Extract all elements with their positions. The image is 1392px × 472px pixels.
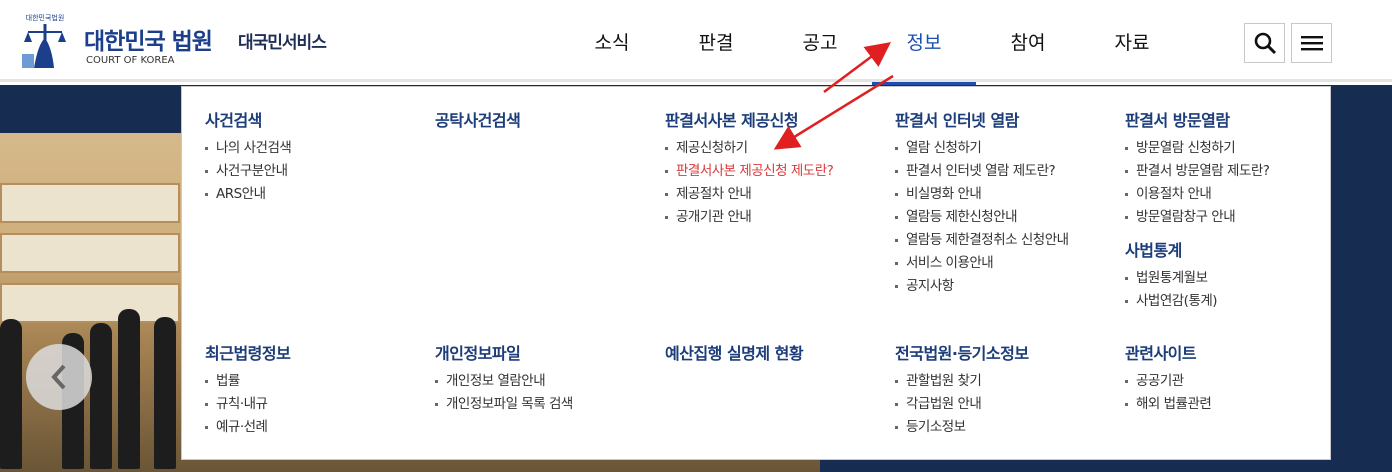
site-name[interactable]: 대국민서비스	[238, 28, 327, 53]
court-logo-icon[interactable]: 대한민국법원	[14, 8, 76, 70]
nav-item-participation[interactable]: 참여	[976, 0, 1080, 82]
menu-link[interactable]: 해외 법률관련	[1125, 393, 1350, 416]
menu-col-related-sites: 관련사이트 공공기관 해외 법률관련	[1125, 340, 1350, 416]
menu-link[interactable]: 개인정보 열람안내	[435, 370, 660, 393]
menu-link[interactable]: 규칙·내규	[205, 393, 430, 416]
logo-title[interactable]: 대한민국 법원	[84, 22, 213, 56]
menu-link[interactable]: 제공절차 안내	[665, 183, 890, 206]
menu-link[interactable]: 법률	[205, 370, 430, 393]
site-header: 대한민국법원 대한민국 법원 COURT OF KOREA 대국민서비스 소식 …	[0, 0, 1392, 85]
menu-link[interactable]: 예규·선례	[205, 416, 430, 439]
menu-link[interactable]: 나의 사건검색	[205, 137, 430, 160]
menu-link[interactable]: 이용절차 안내	[1125, 183, 1350, 206]
menu-link[interactable]: 열람등 제한결정취소 신청안내	[895, 229, 1120, 252]
menu-link[interactable]: 공개기관 안내	[665, 206, 890, 229]
menu-link-highlighted[interactable]: 판결서사본 제공신청 제도란?	[665, 160, 890, 183]
menu-link[interactable]: 각급법원 안내	[895, 393, 1120, 416]
menu-link[interactable]: 개인정보파일 목록 검색	[435, 393, 660, 416]
slide-prev-button[interactable]	[26, 344, 92, 410]
menu-link[interactable]: 방문열람 신청하기	[1125, 137, 1350, 160]
menu-heading[interactable]: 예산집행 실명제 현황	[665, 340, 890, 364]
menu-heading[interactable]: 사법통계	[1125, 237, 1350, 261]
photo-person	[154, 317, 176, 469]
menu-heading[interactable]: 관련사이트	[1125, 340, 1350, 364]
menu-col-judgment-internet: 판결서 인터넷 열람 열람 신청하기 판결서 인터넷 열람 제도란? 비실명화 …	[895, 107, 1120, 298]
nav-item-info[interactable]: 정보	[872, 0, 976, 85]
menu-link[interactable]: 공공기관	[1125, 370, 1350, 393]
photo-person	[118, 309, 140, 469]
menu-col-judgment-copy: 판결서사본 제공신청 제공신청하기 판결서사본 제공신청 제도란? 제공절차 안…	[665, 107, 890, 229]
menu-heading[interactable]: 판결서 방문열람	[1125, 107, 1350, 131]
chevron-left-icon	[51, 364, 66, 390]
menu-link[interactable]: 관할법원 찾기	[895, 370, 1120, 393]
menu-heading[interactable]: 판결서 인터넷 열람	[895, 107, 1120, 131]
photo-wall-panel	[0, 283, 180, 323]
photo-person	[0, 319, 22, 469]
menu-col-budget: 예산집행 실명제 현황	[665, 340, 890, 370]
menu-col-case-search: 사건검색 나의 사건검색 사건구분안내 ARS안내	[205, 107, 430, 206]
all-menu-button[interactable]	[1291, 23, 1332, 63]
logo-subtitle: COURT OF KOREA	[86, 55, 175, 66]
hamburger-menu-icon	[1300, 36, 1323, 51]
menu-link[interactable]: 열람등 제한신청안내	[895, 206, 1120, 229]
search-button[interactable]	[1244, 23, 1285, 63]
nav-item-judgment[interactable]: 판결	[664, 0, 768, 82]
menu-link[interactable]: 등기소정보	[895, 416, 1120, 439]
menu-heading[interactable]: 개인정보파일	[435, 340, 660, 364]
menu-link[interactable]: 서비스 이용안내	[895, 252, 1120, 275]
menu-heading[interactable]: 공탁사건검색	[435, 107, 660, 131]
menu-col-court-registry: 전국법원·등기소정보 관할법원 찾기 각급법원 안내 등기소정보	[895, 340, 1120, 439]
menu-link[interactable]: 방문열람창구 안내	[1125, 206, 1350, 229]
photo-wall-panel	[0, 233, 180, 273]
menu-col-deposit-search: 공탁사건검색	[435, 107, 660, 137]
menu-link[interactable]: 사건구분안내	[205, 160, 430, 183]
menu-link[interactable]: ARS안내	[205, 183, 430, 206]
photo-person	[90, 323, 112, 469]
menu-heading[interactable]: 사건검색	[205, 107, 430, 131]
main-nav: 소식 판결 공고 정보 참여 자료	[560, 0, 1184, 85]
menu-link[interactable]: 판결서 인터넷 열람 제도란?	[895, 160, 1120, 183]
photo-wall-panel	[0, 183, 180, 223]
nav-item-resources[interactable]: 자료	[1080, 0, 1184, 82]
menu-link[interactable]: 법원통계월보	[1125, 267, 1350, 290]
menu-heading[interactable]: 판결서사본 제공신청	[665, 107, 890, 131]
menu-heading[interactable]: 최근법령정보	[205, 340, 430, 364]
menu-link[interactable]: 열람 신청하기	[895, 137, 1120, 160]
nav-item-news[interactable]: 소식	[560, 0, 664, 82]
menu-link[interactable]: 공지사항	[895, 275, 1120, 298]
menu-col-privacy-file: 개인정보파일 개인정보 열람안내 개인정보파일 목록 검색	[435, 340, 660, 416]
menu-link[interactable]: 판결서 방문열람 제도란?	[1125, 160, 1350, 183]
nav-item-notice[interactable]: 공고	[768, 0, 872, 82]
menu-link[interactable]: 사법연감(통계)	[1125, 290, 1350, 313]
menu-col-law-info: 최근법령정보 법률 규칙·내규 예규·선례	[205, 340, 430, 439]
search-icon	[1254, 32, 1276, 55]
info-mega-menu: 사건검색 나의 사건검색 사건구분안내 ARS안내 공탁사건검색 판결서사본 제…	[181, 86, 1331, 460]
menu-heading[interactable]: 전국법원·등기소정보	[895, 340, 1120, 364]
logo-ring-text: 대한민국법원	[26, 13, 65, 22]
menu-link[interactable]: 제공신청하기	[665, 137, 890, 160]
menu-link[interactable]: 비실명화 안내	[895, 183, 1120, 206]
menu-col-judgment-visit: 판결서 방문열람 방문열람 신청하기 판결서 방문열람 제도란? 이용절차 안내…	[1125, 107, 1350, 313]
